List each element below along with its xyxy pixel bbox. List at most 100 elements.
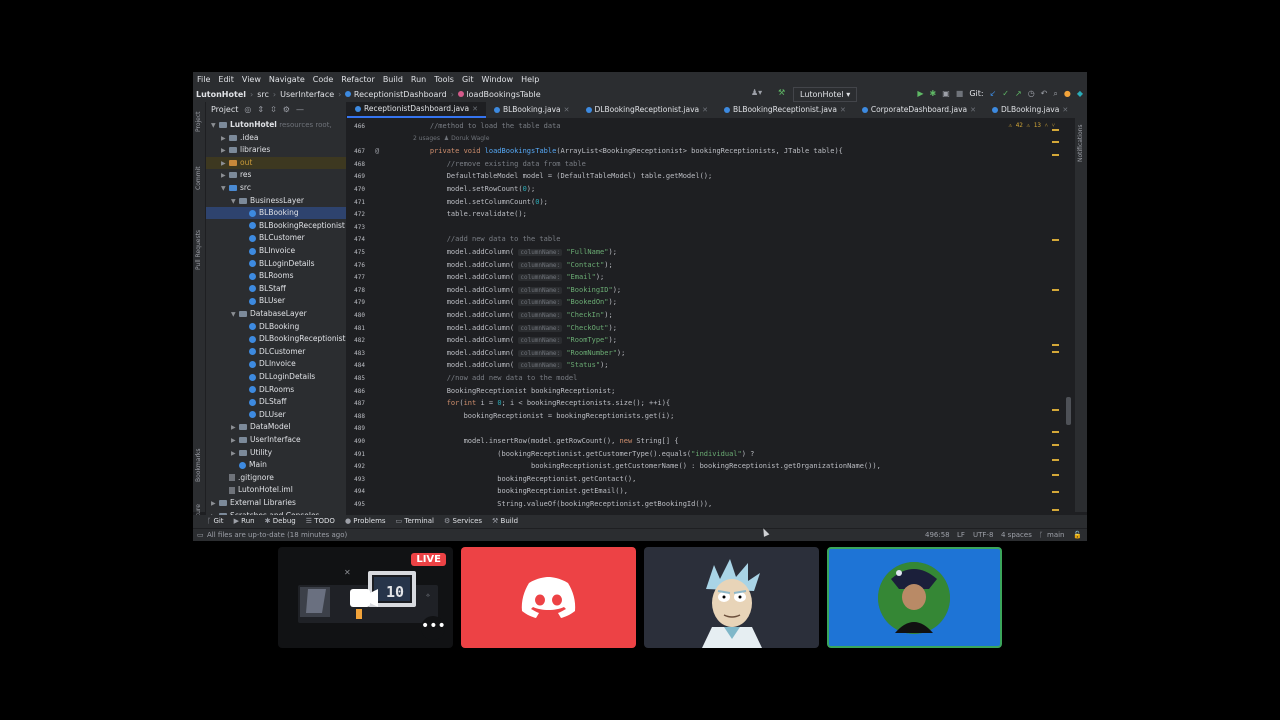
error-stripe-marker[interactable]	[1052, 431, 1059, 433]
tree-item[interactable]: BLStaff	[206, 283, 346, 295]
tree-item[interactable]: DLBooking	[206, 321, 346, 333]
project-tool-tab[interactable]: Project	[195, 111, 202, 132]
error-stripe-marker[interactable]	[1052, 344, 1059, 346]
code-editor[interactable]: ⚠ 42 ⚠ 13 ˄ ˅ //method to load the table…	[347, 119, 1075, 514]
commit-tool-tab[interactable]: Commit	[195, 166, 202, 190]
stream-tile[interactable]: ✕ ⟡ 10 LIVE •••	[278, 547, 453, 648]
tree-item[interactable]: ▶ External Libraries	[206, 497, 346, 509]
error-stripe-marker[interactable]	[1052, 154, 1059, 156]
git-branch[interactable]: main	[1047, 529, 1065, 541]
more-tabs-icon[interactable]: ⋮	[1076, 102, 1087, 118]
menu-help[interactable]: Help	[517, 75, 543, 84]
error-stripe-marker[interactable]	[1052, 509, 1059, 511]
git-push-icon[interactable]: ↗	[1015, 87, 1022, 101]
tree-item[interactable]: DLCustomer	[206, 346, 346, 358]
menu-code[interactable]: Code	[309, 75, 337, 84]
chevron-down-icon[interactable]: ▼	[221, 183, 229, 195]
menu-build[interactable]: Build	[379, 75, 407, 84]
editor-scrollbar[interactable]	[1066, 397, 1071, 425]
chevron-right-icon[interactable]: ▶	[231, 435, 239, 447]
close-icon[interactable]: ✕	[564, 102, 570, 118]
menu-edit[interactable]: Edit	[214, 75, 238, 84]
menu-file[interactable]: File	[193, 75, 214, 84]
tree-item[interactable]: DLStaff	[206, 396, 346, 408]
tree-item[interactable]: ▶ UserInterface	[206, 434, 346, 446]
discord-tile[interactable]	[461, 547, 636, 648]
tree-item[interactable]: Main	[206, 459, 346, 471]
notifications-tool-tab[interactable]: Notifications	[1077, 124, 1084, 162]
tree-item[interactable]: DLLoginDetails	[206, 371, 346, 383]
tool-window-git[interactable]: ᚴ Git	[207, 515, 224, 528]
run-icon[interactable]: ▶	[917, 87, 923, 101]
editor-tab[interactable]: DLBooking.java ✕	[984, 102, 1076, 118]
close-icon[interactable]: ✕	[702, 102, 708, 118]
file-encoding[interactable]: UTF-8	[973, 529, 993, 541]
error-stripe-marker[interactable]	[1052, 409, 1059, 411]
expand-all-icon[interactable]: ⇕	[257, 102, 264, 118]
editor-tab[interactable]: BLBookingReceptionist.java ✕	[716, 102, 854, 118]
tree-item[interactable]: ▼ BusinessLayer	[206, 195, 346, 207]
line-separator[interactable]: LF	[957, 529, 965, 541]
search-icon[interactable]: ⌕	[1053, 87, 1057, 101]
bookmarks-tool-tab[interactable]: Bookmarks	[195, 448, 202, 482]
rollback-icon[interactable]: ↶	[1041, 87, 1048, 101]
menu-git[interactable]: Git	[458, 75, 478, 84]
user-icon[interactable]: ♟▾	[751, 88, 762, 97]
run-configuration-select[interactable]: LutonHotel ▾	[793, 87, 858, 102]
breadcrumb-project[interactable]: LutonHotel	[193, 90, 249, 99]
close-icon[interactable]: ✕	[472, 101, 478, 117]
close-icon[interactable]: ✕	[840, 102, 846, 118]
chevron-down-icon[interactable]: ▼	[231, 196, 239, 208]
menu-refactor[interactable]: Refactor	[337, 75, 379, 84]
tool-window-run[interactable]: ▶ Run	[234, 515, 255, 528]
tree-item[interactable]: ▶ DataModel	[206, 421, 346, 433]
debug-icon[interactable]: ✱	[929, 87, 936, 101]
tree-root-row[interactable]: ▼ LutonHotel resources root,	[206, 119, 346, 131]
more-options-button[interactable]: •••	[421, 616, 446, 640]
editor-tab[interactable]: DLBookingReceptionist.java ✕	[578, 102, 716, 118]
error-stripe-marker[interactable]	[1052, 444, 1059, 446]
error-stripe-marker[interactable]	[1052, 351, 1059, 353]
menu-window[interactable]: Window	[478, 75, 518, 84]
editor-tab[interactable]: ReceptionistDashboard.java ✕	[347, 102, 486, 118]
override-gutter-icon[interactable]: @	[375, 147, 379, 155]
tree-item[interactable]: ▶ Utility	[206, 447, 346, 459]
usages-count[interactable]: 2 usages	[413, 135, 440, 142]
editor-tab[interactable]: BLBooking.java ✕	[486, 102, 578, 118]
usages-author[interactable]: Doruk Wagle	[451, 135, 489, 142]
error-stripe-marker[interactable]	[1052, 459, 1059, 461]
breadcrumb-method[interactable]: loadBookingsTable	[455, 90, 544, 99]
breadcrumb-src[interactable]: src	[254, 90, 272, 99]
menu-run[interactable]: Run	[407, 75, 430, 84]
chevron-right-icon[interactable]: ▶	[231, 422, 239, 434]
tree-item[interactable]: ▼ src	[206, 182, 346, 194]
tree-item[interactable]: DLBookingReceptionist	[206, 333, 346, 345]
rick-avatar-tile[interactable]	[644, 547, 819, 648]
settings-icon[interactable]: ●	[1064, 87, 1071, 101]
code-vision-usages[interactable]: 2 usages ♟ Doruk Wagle	[413, 135, 489, 142]
tree-item[interactable]: BLInvoice	[206, 245, 346, 257]
error-stripe-marker[interactable]	[1052, 474, 1059, 476]
error-stripe-marker[interactable]	[1052, 141, 1059, 143]
tree-item[interactable]: ▶ libraries	[206, 144, 346, 156]
chevron-down-icon[interactable]: ▼	[231, 309, 239, 321]
indent-setting[interactable]: 4 spaces	[1001, 529, 1032, 541]
chevron-right-icon[interactable]: ▶	[221, 170, 229, 182]
tool-window-terminal[interactable]: ▭ Terminal	[396, 515, 434, 528]
tree-item[interactable]: LutonHotel.iml	[206, 484, 346, 496]
menu-view[interactable]: View	[238, 75, 265, 84]
collapse-all-icon[interactable]: ⇳	[270, 102, 277, 118]
git-update-icon[interactable]: ↙	[990, 87, 997, 101]
error-stripe-marker[interactable]	[1052, 491, 1059, 493]
select-target-icon[interactable]: ◎	[244, 102, 251, 118]
minimize-icon[interactable]: —	[296, 102, 304, 118]
chevron-right-icon[interactable]: ▶	[231, 448, 239, 460]
gear-icon[interactable]: ⚙	[283, 102, 290, 118]
tree-item[interactable]: ▶ out	[206, 156, 346, 169]
history-icon[interactable]: ◷	[1028, 87, 1035, 101]
tree-item[interactable]: .gitignore	[206, 472, 346, 484]
lock-icon[interactable]: 🔓	[1073, 529, 1082, 541]
tree-item[interactable]: BLRooms	[206, 270, 346, 282]
build-hammer-icon[interactable]: ⚒	[778, 88, 785, 97]
inspection-widget[interactable]: ⚠ 42 ⚠ 13 ˄ ˅	[1008, 122, 1055, 129]
